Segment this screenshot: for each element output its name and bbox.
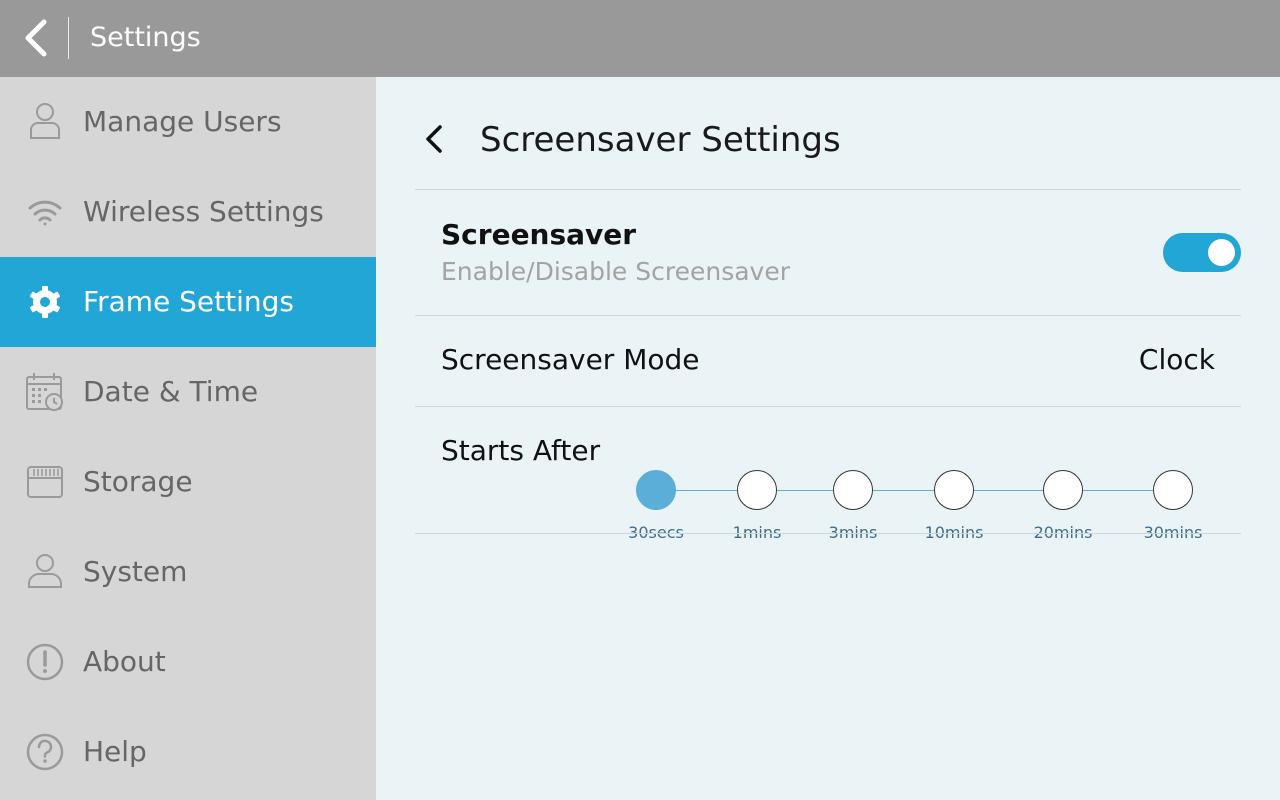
app-title: Settings [90,22,201,53]
sidebar-item-label: Storage [83,465,193,498]
screensaver-mode-label: Screensaver Mode [441,343,700,376]
user-lock-icon [24,101,66,143]
sidebar-item-label: Date & Time [83,375,259,408]
stepper-track-segment [873,490,934,491]
content-panel: Screensaver Settings Screensaver Enable/… [376,77,1280,800]
stepper-option-20mins[interactable] [1043,470,1083,510]
toggle-knob [1208,239,1235,266]
screensaver-subtitle: Enable/Disable Screensaver [441,257,791,286]
info-icon [24,641,66,683]
top-bar-divider [68,17,69,59]
stepper-option-10mins[interactable] [934,470,974,510]
calendar-clock-icon [24,371,66,413]
stepper-track-segment [676,490,737,491]
sidebar-item-label: Manage Users [83,105,282,138]
sidebar-item-wireless-settings[interactable]: Wireless Settings [0,167,376,257]
sidebar-item-date-time[interactable]: Date & Time [0,347,376,437]
sidebar-item-about[interactable]: About [0,617,376,707]
sidebar-item-frame-settings[interactable]: Frame Settings [0,257,376,347]
person-icon [24,551,66,593]
stepper-option-3mins[interactable] [833,470,873,510]
sidebar-item-help[interactable]: Help [0,707,376,797]
chevron-left-icon[interactable] [414,119,454,159]
sidebar-item-label: Frame Settings [83,285,294,318]
top-bar: Settings [0,0,1280,77]
sidebar-item-label: About [83,645,166,678]
help-icon [24,731,66,773]
back-arrow-icon[interactable] [16,16,60,60]
screensaver-mode-row[interactable]: Screensaver Mode Clock [415,316,1241,406]
sidebar-item-label: Help [83,735,147,768]
screensaver-toggle[interactable] [1163,233,1241,272]
sidebar-item-storage[interactable]: Storage [0,437,376,527]
divider [415,533,1241,534]
screensaver-title: Screensaver [441,218,637,251]
sidebar-item-manage-users[interactable]: Manage Users [0,77,376,167]
sidebar: Manage Users Wireless Settings Frame Set… [0,77,376,800]
page-title: Screensaver Settings [480,120,841,160]
starts-after-row: Starts After 30secs 1mins 3mins 10mins 20min… [415,407,1241,542]
stepper-option-30mins[interactable] [1153,470,1193,510]
sidebar-item-label: System [83,555,188,588]
sidebar-item-system[interactable]: System [0,527,376,617]
gear-icon [24,281,66,323]
screensaver-mode-value[interactable]: Clock [1139,343,1215,377]
stepper-track-segment [1083,490,1153,491]
stepper-track-segment [777,490,833,491]
starts-after-stepper: 30secs 1mins 3mins 10mins 20mins 30mins [415,407,1241,542]
stepper-option-1mins[interactable] [737,470,777,510]
screensaver-row: Screensaver Enable/Disable Screensaver [415,190,1241,315]
wifi-icon [24,191,66,233]
stepper-option-30secs[interactable] [636,470,676,510]
stepper-track-segment [974,490,1043,491]
sidebar-item-label: Wireless Settings [83,195,324,228]
sd-card-icon [24,461,66,503]
